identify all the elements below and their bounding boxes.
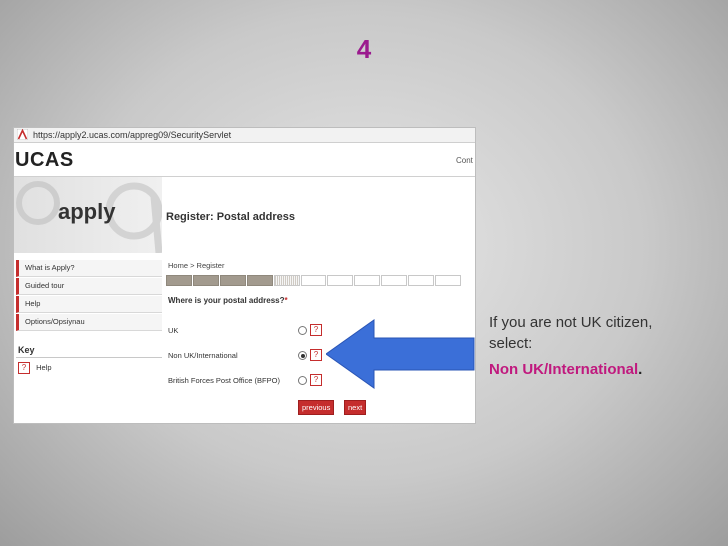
progress-step (300, 275, 327, 286)
sidebar-item-what-is-apply[interactable]: What is Apply? (16, 260, 162, 277)
key-heading: Key (18, 345, 35, 355)
option-non-uk-label: Non UK/International (168, 351, 238, 360)
option-bfpo-radio[interactable] (298, 376, 307, 385)
cont-link[interactable]: Cont (456, 156, 473, 165)
breadcrumb[interactable]: Home > Register (168, 261, 224, 270)
instruction-callout: If you are not UK citizen, select: Non U… (489, 312, 709, 380)
callout-end: . (638, 361, 643, 378)
site-logo-icon (17, 129, 28, 140)
key-help-label: Help (36, 362, 52, 372)
page-title: Register: Postal address (166, 211, 295, 223)
option-uk-help-icon[interactable]: ? (310, 324, 322, 336)
ucas-logo: UCAS (15, 149, 74, 171)
option-uk-radio[interactable] (298, 326, 307, 335)
progress-bar (166, 275, 462, 286)
pointer-arrow-icon (326, 319, 475, 389)
address-bar[interactable]: https://apply2.ucas.com/appreg09/Securit… (14, 128, 475, 143)
progress-step (219, 275, 246, 286)
sidebar-item-help[interactable]: Help (16, 296, 162, 313)
progress-step (246, 275, 273, 286)
key-divider (16, 357, 162, 358)
callout-line-1: If you are not UK citizen, (489, 314, 653, 331)
option-bfpo-help-icon[interactable]: ? (310, 374, 322, 386)
sidebar-item-guided-tour[interactable]: Guided tour (16, 278, 162, 295)
next-button[interactable]: next (344, 400, 367, 415)
help-icon: ? (18, 362, 30, 374)
progress-step (327, 275, 354, 286)
callout-line-2: select: (489, 335, 533, 352)
required-marker: * (284, 296, 288, 305)
progress-step (354, 275, 381, 286)
progress-step (192, 275, 219, 286)
progress-step (381, 275, 408, 286)
question-text: Where is your postal address? (168, 296, 285, 305)
sidebar-item-options[interactable]: Options/Opsiynau (16, 314, 162, 331)
url-text: https://apply2.ucas.com/appreg09/Securit… (33, 130, 232, 140)
option-non-uk-help-icon[interactable]: ? (310, 349, 322, 361)
sidebar-nav: What is Apply? Guided tour Help Options/… (16, 260, 162, 332)
apply-heading: apply (58, 199, 116, 224)
progress-step (166, 275, 192, 286)
option-bfpo-label: British Forces Post Office (BFPO) (168, 376, 280, 385)
callout-highlight: Non UK/International (489, 361, 639, 378)
previous-button[interactable]: previous (298, 400, 335, 415)
postal-address-question: Where is your postal address?* (168, 296, 288, 305)
option-non-uk-radio[interactable] (298, 351, 307, 360)
option-uk-label: UK (168, 326, 179, 335)
progress-step (273, 275, 300, 286)
apply-banner: apply (14, 177, 162, 253)
progress-step (435, 275, 461, 286)
slide-number: 4 (356, 34, 372, 64)
key-help: ? Help (18, 362, 52, 374)
progress-step (408, 275, 435, 286)
